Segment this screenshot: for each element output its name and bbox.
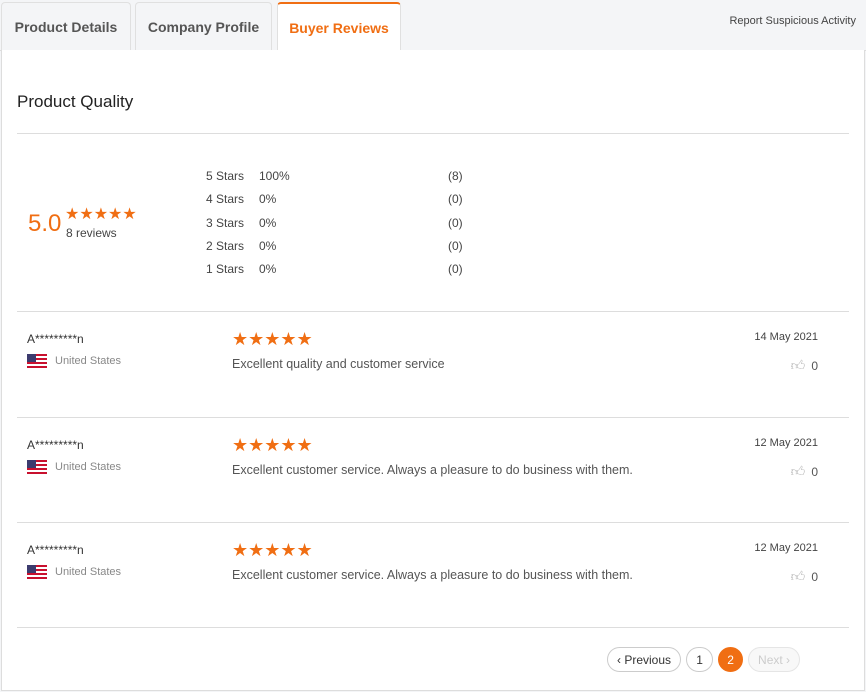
dist-count: (0) — [448, 262, 463, 277]
review-date: 14 May 2021 — [754, 331, 818, 343]
distribution-row: 2 Stars 0% (0) — [206, 239, 476, 262]
distribution-row: 3 Stars 0% (0) — [206, 216, 476, 239]
average-score: 5.0 — [28, 210, 62, 237]
next-page-button[interactable]: Next › — [748, 647, 801, 672]
like-count: 0 — [811, 358, 818, 373]
dist-label: 2 Stars — [206, 238, 245, 253]
tab-buyer-reviews[interactable]: Buyer Reviews — [277, 2, 401, 52]
dist-percent: 0% — [259, 215, 277, 230]
dist-label: 3 Stars — [206, 215, 245, 230]
dist-percent: 100% — [259, 169, 290, 183]
dist-percent: 0% — [259, 262, 277, 277]
previous-label: Previous — [624, 652, 672, 667]
distribution-row: 1 Stars 0% (0) — [206, 262, 476, 285]
dist-label: 5 Stars — [206, 169, 245, 183]
review-stars-icon: ★★★★★ — [232, 435, 313, 455]
rating-distribution: 5 Stars 100% (8) 4 Stars 0% (0) 3 Stars 0% (0)… — [206, 169, 476, 285]
like-button[interactable]: 👍︎ 0 — [791, 463, 818, 480]
review-stars-icon: ★★★★★ — [232, 329, 313, 349]
like-count: 0 — [811, 464, 818, 479]
page-2-button[interactable]: 2 — [718, 647, 744, 672]
reviewer-name: A*********n — [27, 438, 84, 452]
review-text: Excellent quality and customer service — [232, 357, 445, 371]
country-name: United States — [55, 566, 122, 578]
review-date: 12 May 2021 — [754, 542, 818, 554]
reviewer-country: United States — [27, 565, 121, 579]
review-stars-icon: ★★★★★ — [232, 540, 313, 560]
review-item: A*********n United States ★★★★★ Excellen… — [17, 523, 849, 628]
dist-label: 4 Stars — [206, 192, 245, 207]
star-rating-icon: ★★★★★ — [65, 206, 137, 223]
next-label: Next — [758, 652, 783, 667]
tab-product-details[interactable]: Product Details — [1, 2, 131, 51]
tab-bar: Product Details Company Profile Buyer Re… — [0, 0, 866, 52]
reviewer-name: A*********n — [27, 543, 84, 557]
chevron-left-icon: ‹ — [617, 652, 625, 667]
thumbs-up-icon: 👍︎ — [790, 568, 806, 584]
us-flag-icon — [27, 565, 47, 579]
us-flag-icon — [27, 354, 47, 368]
chevron-right-icon: › — [782, 652, 791, 667]
like-button[interactable]: 👍︎ 0 — [791, 568, 818, 585]
dist-count: (8) — [448, 169, 463, 183]
like-count: 0 — [811, 569, 818, 584]
dist-percent: 0% — [259, 238, 277, 253]
us-flag-icon — [27, 460, 47, 474]
dist-count: (0) — [448, 192, 463, 207]
page-1-button[interactable]: 1 — [686, 647, 714, 672]
thumbs-up-icon: 👍︎ — [790, 463, 806, 479]
reviewer-country: United States — [27, 354, 121, 368]
review-item: A*********n United States ★★★★★ Excellen… — [17, 418, 849, 523]
dist-percent: 0% — [259, 192, 277, 207]
previous-page-button[interactable]: ‹ Previous — [607, 647, 682, 672]
review-count: 8 reviews — [66, 226, 117, 240]
dist-label: 1 Stars — [206, 262, 245, 277]
review-date: 12 May 2021 — [754, 437, 818, 449]
reviewer-name: A*********n — [27, 332, 84, 346]
report-suspicious-link[interactable]: Report Suspicious Activity — [729, 15, 856, 27]
reviewer-country: United States — [27, 460, 121, 474]
reviews-panel: Product Quality 5.0 ★★★★★ 8 reviews 5 St… — [1, 50, 865, 691]
review-text: Excellent customer service. Always a ple… — [232, 568, 633, 582]
dist-count: (0) — [448, 215, 463, 230]
like-button[interactable]: 👍︎ 0 — [791, 357, 818, 374]
tab-company-profile[interactable]: Company Profile — [135, 2, 272, 51]
dist-count: (0) — [448, 238, 463, 253]
thumbs-up-icon: 👍︎ — [790, 357, 806, 373]
section-title: Product Quality — [17, 92, 134, 111]
distribution-row: 5 Stars 100% (8) — [206, 169, 476, 192]
country-name: United States — [55, 461, 122, 473]
pagination: ‹ Previous 1 2 Next › — [607, 647, 801, 672]
review-item: A*********n United States ★★★★★ Excellen… — [17, 312, 849, 417]
divider — [17, 627, 849, 628]
divider — [17, 133, 849, 134]
distribution-row: 4 Stars 0% (0) — [206, 192, 476, 215]
country-name: United States — [55, 355, 122, 367]
review-text: Excellent customer service. Always a ple… — [232, 463, 633, 477]
